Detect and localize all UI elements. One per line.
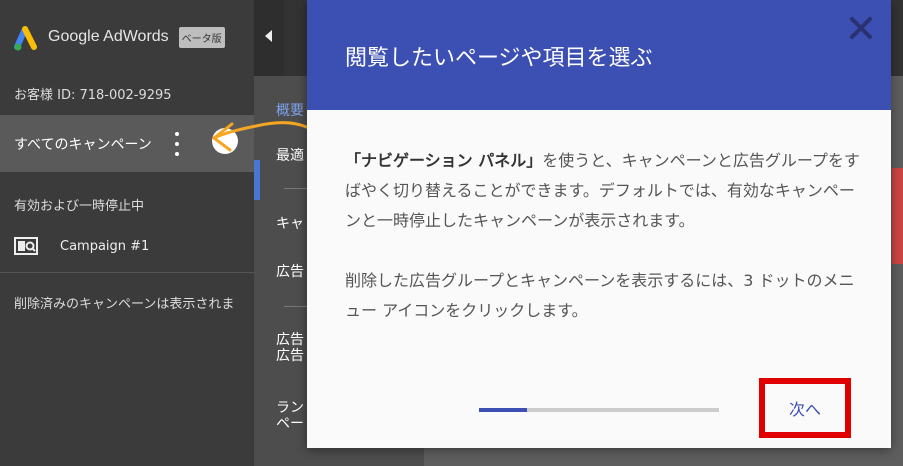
status-filter-label[interactable]: 有効および一時停止中 <box>14 195 144 214</box>
tutorial-dialog: 閲覧したいページや項目を選ぶ 「ナビゲーション パネル」を使うと、キャンペーンと… <box>307 0 891 448</box>
nav-item-ads[interactable]: 広告 <box>276 264 304 280</box>
campaign-name: Campaign #1 <box>60 238 150 254</box>
nav-item-campaigns[interactable]: キャ <box>276 216 304 232</box>
progress-fill <box>479 408 527 412</box>
nav-item-landing-pages[interactable]: ラン ペー <box>276 400 304 432</box>
dialog-paragraph-1: 「ナビゲーション パネル」を使うと、キャンペーンと広告グループをすばやく切り替え… <box>345 146 865 236</box>
tutorial-progress-bar <box>479 408 719 412</box>
dialog-body: 「ナビゲーション パネル」を使うと、キャンペーンと広告グループをすばやく切り替え… <box>345 146 865 356</box>
dialog-title: 閲覧したいページや項目を選ぶ <box>345 46 653 71</box>
next-button[interactable]: 次へ <box>759 378 851 438</box>
dialog-header: 閲覧したいページや項目を選ぶ <box>307 0 891 110</box>
next-button-label: 次へ <box>788 400 821 419</box>
navigation-sidebar: Google AdWords ベータ版 お客様 ID: 718-002-9295… <box>0 0 254 466</box>
sidebar-divider <box>0 272 254 273</box>
deleted-campaigns-note: 削除済みのキャンペーンは表示されま <box>14 297 235 312</box>
beta-badge: ベータ版 <box>178 26 225 48</box>
logo-text: Google AdWords <box>48 28 169 45</box>
account-id: お客様 ID: 718-002-9295 <box>14 88 172 103</box>
campaign-list-item[interactable]: Campaign #1 <box>14 236 149 256</box>
logo: Google AdWords ベータ版 <box>14 22 225 52</box>
content-edge-stripe <box>892 168 903 264</box>
dialog-paragraph-2: 削除した広告グループとキャンペーンを表示するには、3 ドットのメニュー アイコン… <box>345 271 855 320</box>
adwords-logo-icon <box>14 26 37 51</box>
all-campaigns-label: すべてのキャンペーン <box>14 136 152 153</box>
close-icon[interactable] <box>847 14 875 42</box>
nav-panel-term: 「ナビゲーション パネル」 <box>345 151 543 170</box>
nav-active-indicator <box>254 160 260 200</box>
app-root: Google AdWords ベータ版 お客様 ID: 718-002-9295… <box>0 0 903 466</box>
nav-item-ad-groups[interactable]: 広告 広告 <box>276 332 304 364</box>
more-vert-icon[interactable] <box>172 132 182 156</box>
chevron-left-icon[interactable] <box>265 30 272 42</box>
campaign-icon <box>14 237 38 255</box>
